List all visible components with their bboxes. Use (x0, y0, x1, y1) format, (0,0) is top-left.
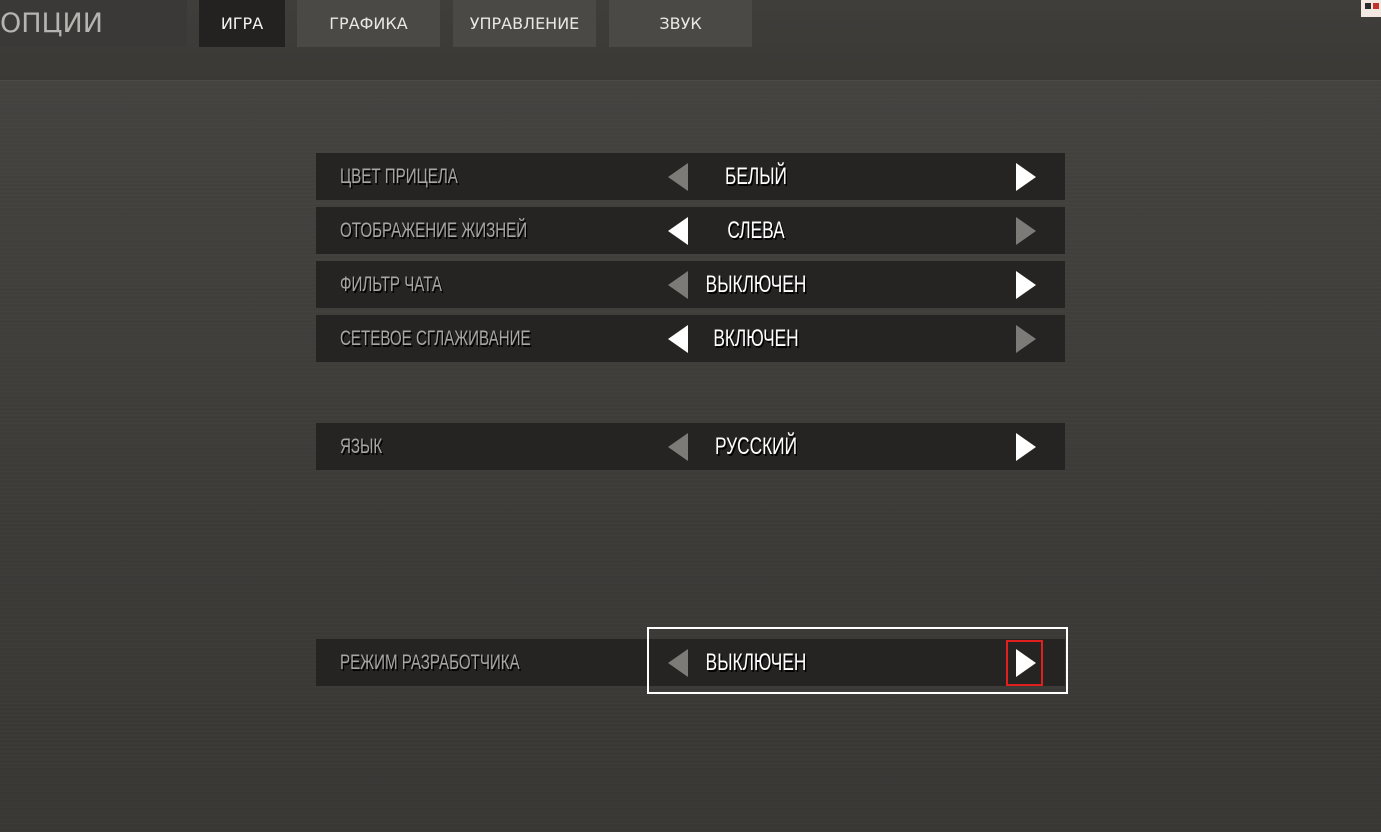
setting-label: РЕЖИМ РАЗРАБОТЧИКА (340, 651, 520, 674)
triangle-right-icon (1016, 325, 1036, 353)
next-option-button[interactable] (1012, 163, 1040, 191)
setting-label: ЦВЕТ ПРИЦЕЛА (340, 165, 458, 188)
triangle-right-icon (1016, 217, 1036, 245)
setting-label: ОТОБРАЖЕНИЕ ЖИЗНЕЙ (340, 219, 528, 242)
setting-row-language: ЯЗЫК РУССКИЙ (316, 423, 1065, 470)
setting-value: БЕЛЫЙ (725, 163, 787, 190)
triangle-right-icon (1016, 271, 1036, 299)
triangle-right-icon (1016, 649, 1036, 677)
corner-icon (1361, 0, 1381, 17)
next-option-button[interactable] (1012, 325, 1040, 353)
setting-value: ВЫКЛЮЧЕН (705, 649, 807, 676)
tab-sound[interactable]: ЗВУК (609, 0, 752, 47)
next-option-button[interactable] (1012, 271, 1040, 299)
tab-graphics[interactable]: ГРАФИКА (297, 0, 440, 47)
page-title: ОПЦИИ (0, 0, 187, 47)
setting-label: СЕТЕВОЕ СГЛАЖИВАНИЕ (340, 327, 531, 350)
setting-row-chat-filter: ФИЛЬТР ЧАТА ВЫКЛЮЧЕН (316, 261, 1065, 308)
setting-value: РУССКИЙ (715, 433, 797, 460)
setting-row-crosshair-color: ЦВЕТ ПРИЦЕЛА БЕЛЫЙ (316, 153, 1065, 200)
top-bar: ОПЦИИ ИГРА ГРАФИКА УПРАВЛЕНИЕ ЗВУК (0, 0, 1381, 80)
next-option-button[interactable] (1012, 217, 1040, 245)
setting-value: СЛЕВА (727, 217, 785, 244)
triangle-right-icon (1016, 433, 1036, 461)
triangle-right-icon (1016, 163, 1036, 191)
setting-label: ФИЛЬТР ЧАТА (340, 273, 443, 296)
next-option-button[interactable] (1012, 433, 1040, 461)
setting-row-health-display: ОТОБРАЖЕНИЕ ЖИЗНЕЙ СЛЕВА (316, 207, 1065, 254)
setting-label: ЯЗЫК (340, 435, 383, 458)
next-option-button[interactable] (1012, 649, 1040, 677)
setting-value: ВЫКЛЮЧЕН (705, 271, 807, 298)
setting-row-developer-mode: РЕЖИМ РАЗРАБОТЧИКА ВЫКЛЮЧЕН (316, 639, 1065, 686)
tab-controls[interactable]: УПРАВЛЕНИЕ (453, 0, 596, 47)
setting-value: ВКЛЮЧЕН (713, 325, 799, 352)
setting-row-network-smoothing: СЕТЕВОЕ СГЛАЖИВАНИЕ ВКЛЮЧЕН (316, 315, 1065, 362)
tab-game[interactable]: ИГРА (199, 0, 285, 47)
